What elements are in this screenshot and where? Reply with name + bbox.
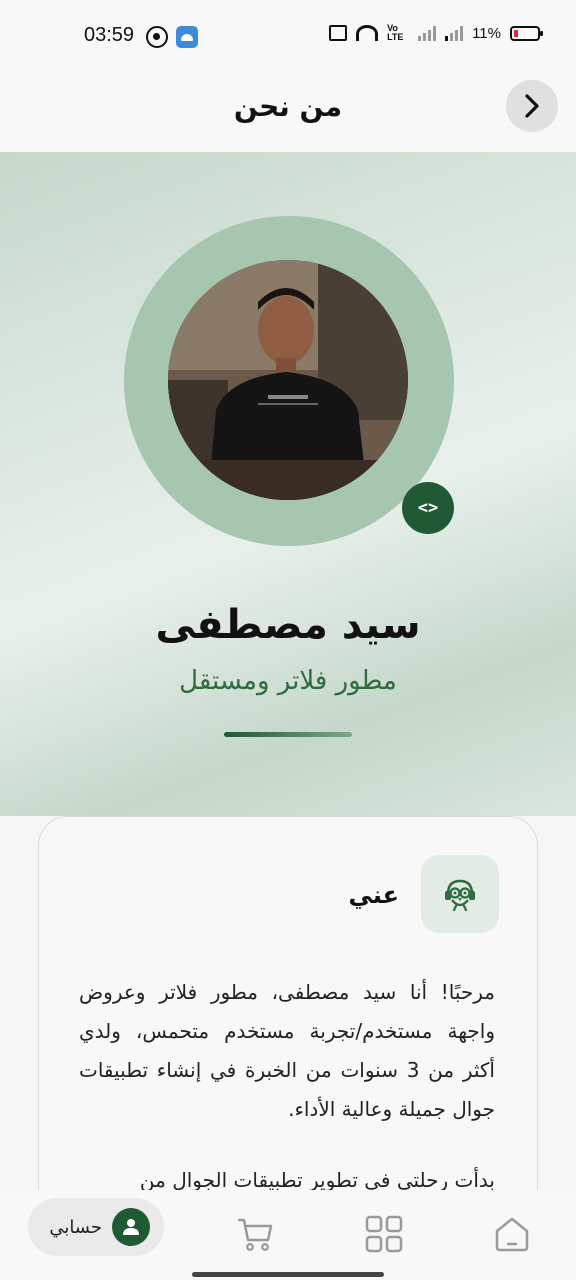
android-icon — [176, 26, 198, 48]
signal-icon — [418, 25, 437, 41]
about-title: عني — [348, 881, 399, 909]
battery-icon — [510, 25, 543, 41]
screen-cast-icon — [329, 25, 348, 41]
status-left-icons — [146, 26, 198, 48]
code-icon: <> — [417, 498, 439, 518]
wifi-icon — [356, 25, 379, 41]
categories-icon[interactable] — [364, 1214, 404, 1254]
volte-icon: Vo LTE — [387, 23, 404, 42]
nav-account-label: حسابي — [49, 1216, 102, 1238]
code-badge: <> — [402, 482, 454, 534]
app-bar: من نحن — [0, 72, 576, 152]
nav-account-button[interactable]: حسابي — [28, 1198, 164, 1256]
chevron-right-icon — [525, 94, 539, 118]
bottom-nav: حسابي — [0, 1190, 576, 1280]
about-paragraph: مرحبًا! أنا سيد مصطفى، مطور فلاتر وعروض … — [79, 980, 495, 1121]
signal-icon — [445, 25, 464, 41]
whatsapp-icon — [146, 26, 168, 48]
profile-role: مطور فلاتر ومستقل — [179, 666, 397, 696]
home-indicator — [192, 1272, 384, 1277]
status-right-icons: Vo LTE 11% — [329, 23, 543, 42]
profile-photo — [168, 260, 408, 500]
account-icon — [112, 1208, 150, 1246]
about-card: عني مرحبًا! أنا سيد مصطفى، مطور فلاتر وع… — [38, 816, 538, 1236]
page-title: من نحن — [233, 90, 343, 123]
avatar — [168, 260, 408, 500]
profile-name: سيد مصطفى — [155, 602, 421, 648]
back-button[interactable] — [506, 80, 558, 132]
owl-icon — [445, 879, 475, 912]
cart-icon[interactable] — [236, 1214, 276, 1254]
hero-divider — [224, 732, 352, 737]
profile-hero: <> سيد مصطفى مطور فلاتر ومستقل — [0, 152, 576, 816]
status-time: 03:59 — [84, 24, 135, 46]
battery-percent: 11% — [472, 24, 501, 42]
home-icon[interactable] — [492, 1214, 532, 1254]
about-icon-box — [421, 855, 499, 933]
status-bar: 03:59 Vo LTE 11% — [0, 0, 576, 72]
